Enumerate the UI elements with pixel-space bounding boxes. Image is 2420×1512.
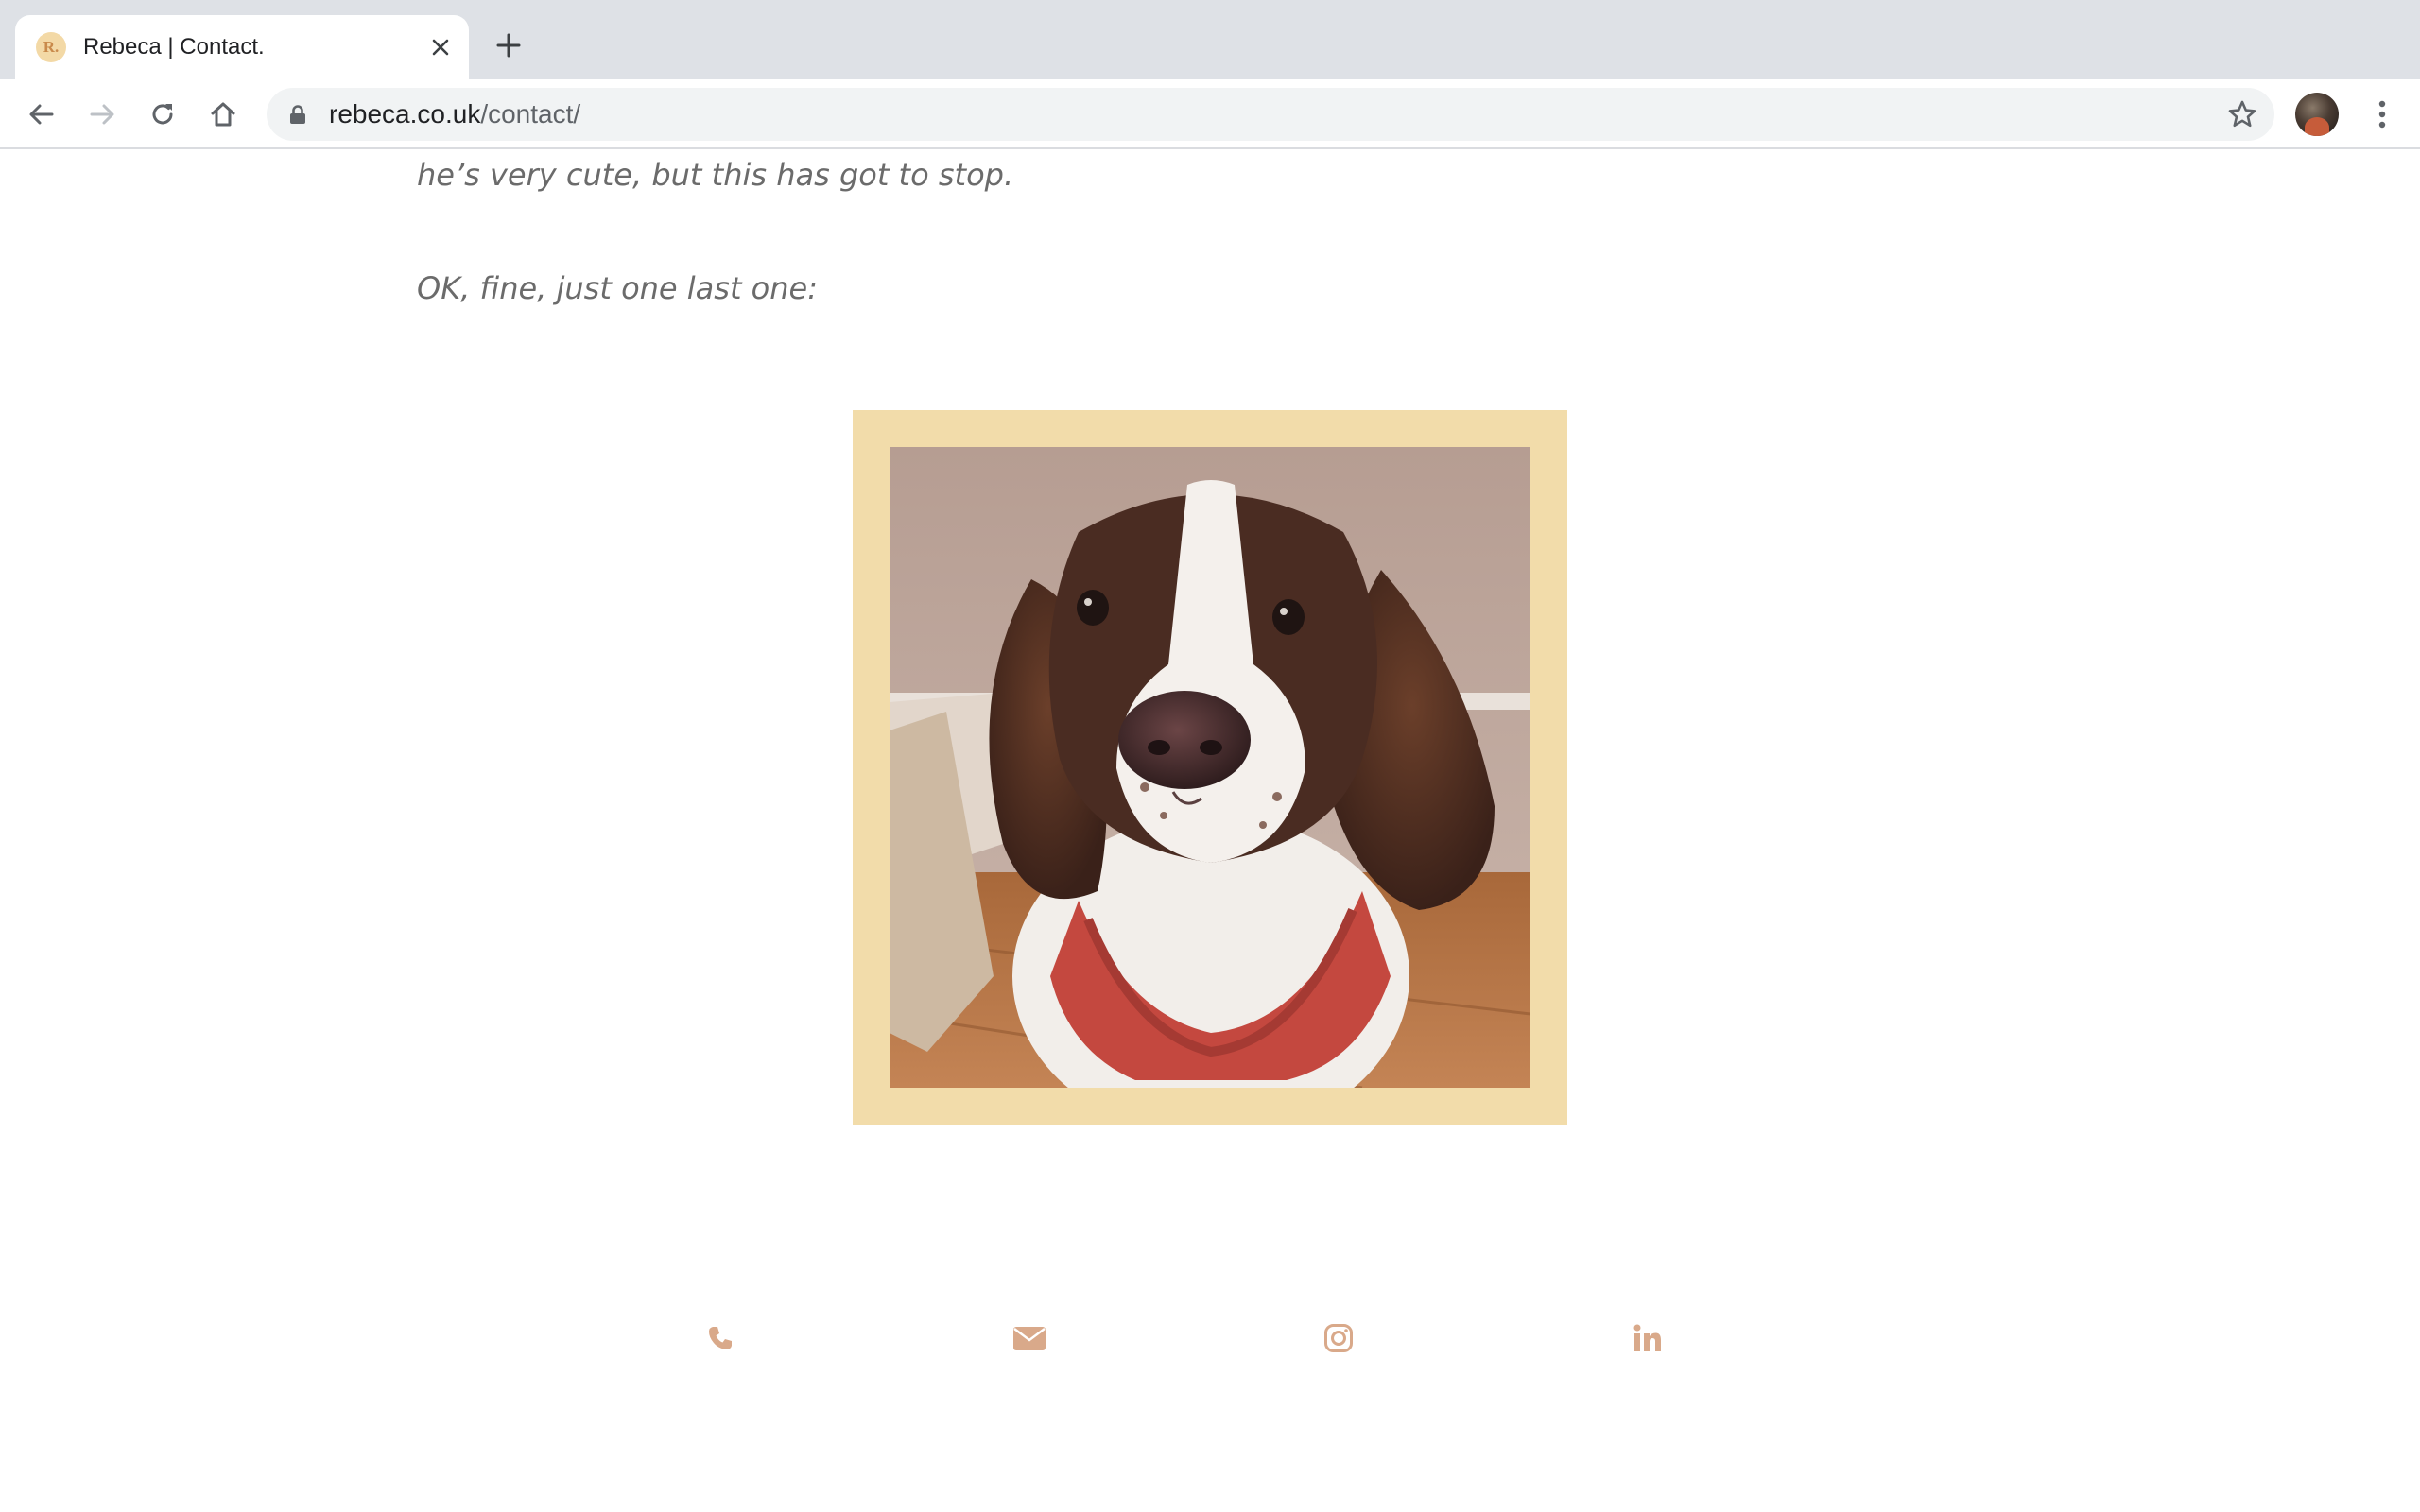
linkedin-icon[interactable] [1629, 1319, 1667, 1357]
home-icon [211, 102, 235, 127]
favicon-icon: R. [36, 32, 66, 62]
url-domain: rebeca.co.uk [329, 99, 481, 129]
instagram-icon[interactable] [1320, 1319, 1357, 1357]
back-arrow-icon [29, 104, 54, 125]
tab-strip: R. Rebeca | Contact. [0, 0, 2420, 79]
new-tab-button[interactable] [490, 26, 527, 64]
tab-title: Rebeca | Contact. [83, 34, 265, 60]
bookmark-star-icon[interactable] [2227, 99, 2257, 129]
reload-button[interactable] [144, 95, 182, 133]
phone-icon[interactable] [701, 1319, 739, 1357]
paragraph: OK, fine, just one last one: [417, 270, 818, 306]
photo-frame [853, 410, 1567, 1125]
profile-avatar[interactable] [2295, 93, 2339, 136]
back-button[interactable] [23, 95, 60, 133]
close-tab-icon[interactable] [425, 32, 456, 62]
forward-arrow-icon [90, 104, 114, 125]
page-content: he’s very cute, but this has got to stop… [0, 149, 2420, 1512]
home-button[interactable] [204, 95, 242, 133]
dog-photo [890, 447, 1530, 1088]
url-path: /contact/ [480, 99, 581, 129]
url-text[interactable]: rebeca.co.uk/contact/ [329, 88, 580, 141]
forward-button[interactable] [83, 95, 121, 133]
reload-icon [152, 104, 173, 125]
menu-button[interactable] [2363, 95, 2401, 133]
browser-tab[interactable]: R. Rebeca | Contact. [15, 15, 469, 79]
address-bar[interactable]: rebeca.co.uk/contact/ [267, 88, 2274, 141]
more-vert-icon [2378, 100, 2386, 129]
lock-icon[interactable] [287, 104, 308, 125]
browser-toolbar: rebeca.co.uk/contact/ [0, 79, 2420, 149]
paragraph: he’s very cute, but this has got to stop… [417, 157, 1014, 193]
email-icon[interactable] [1011, 1319, 1048, 1357]
dog-illustration [890, 447, 1530, 1088]
